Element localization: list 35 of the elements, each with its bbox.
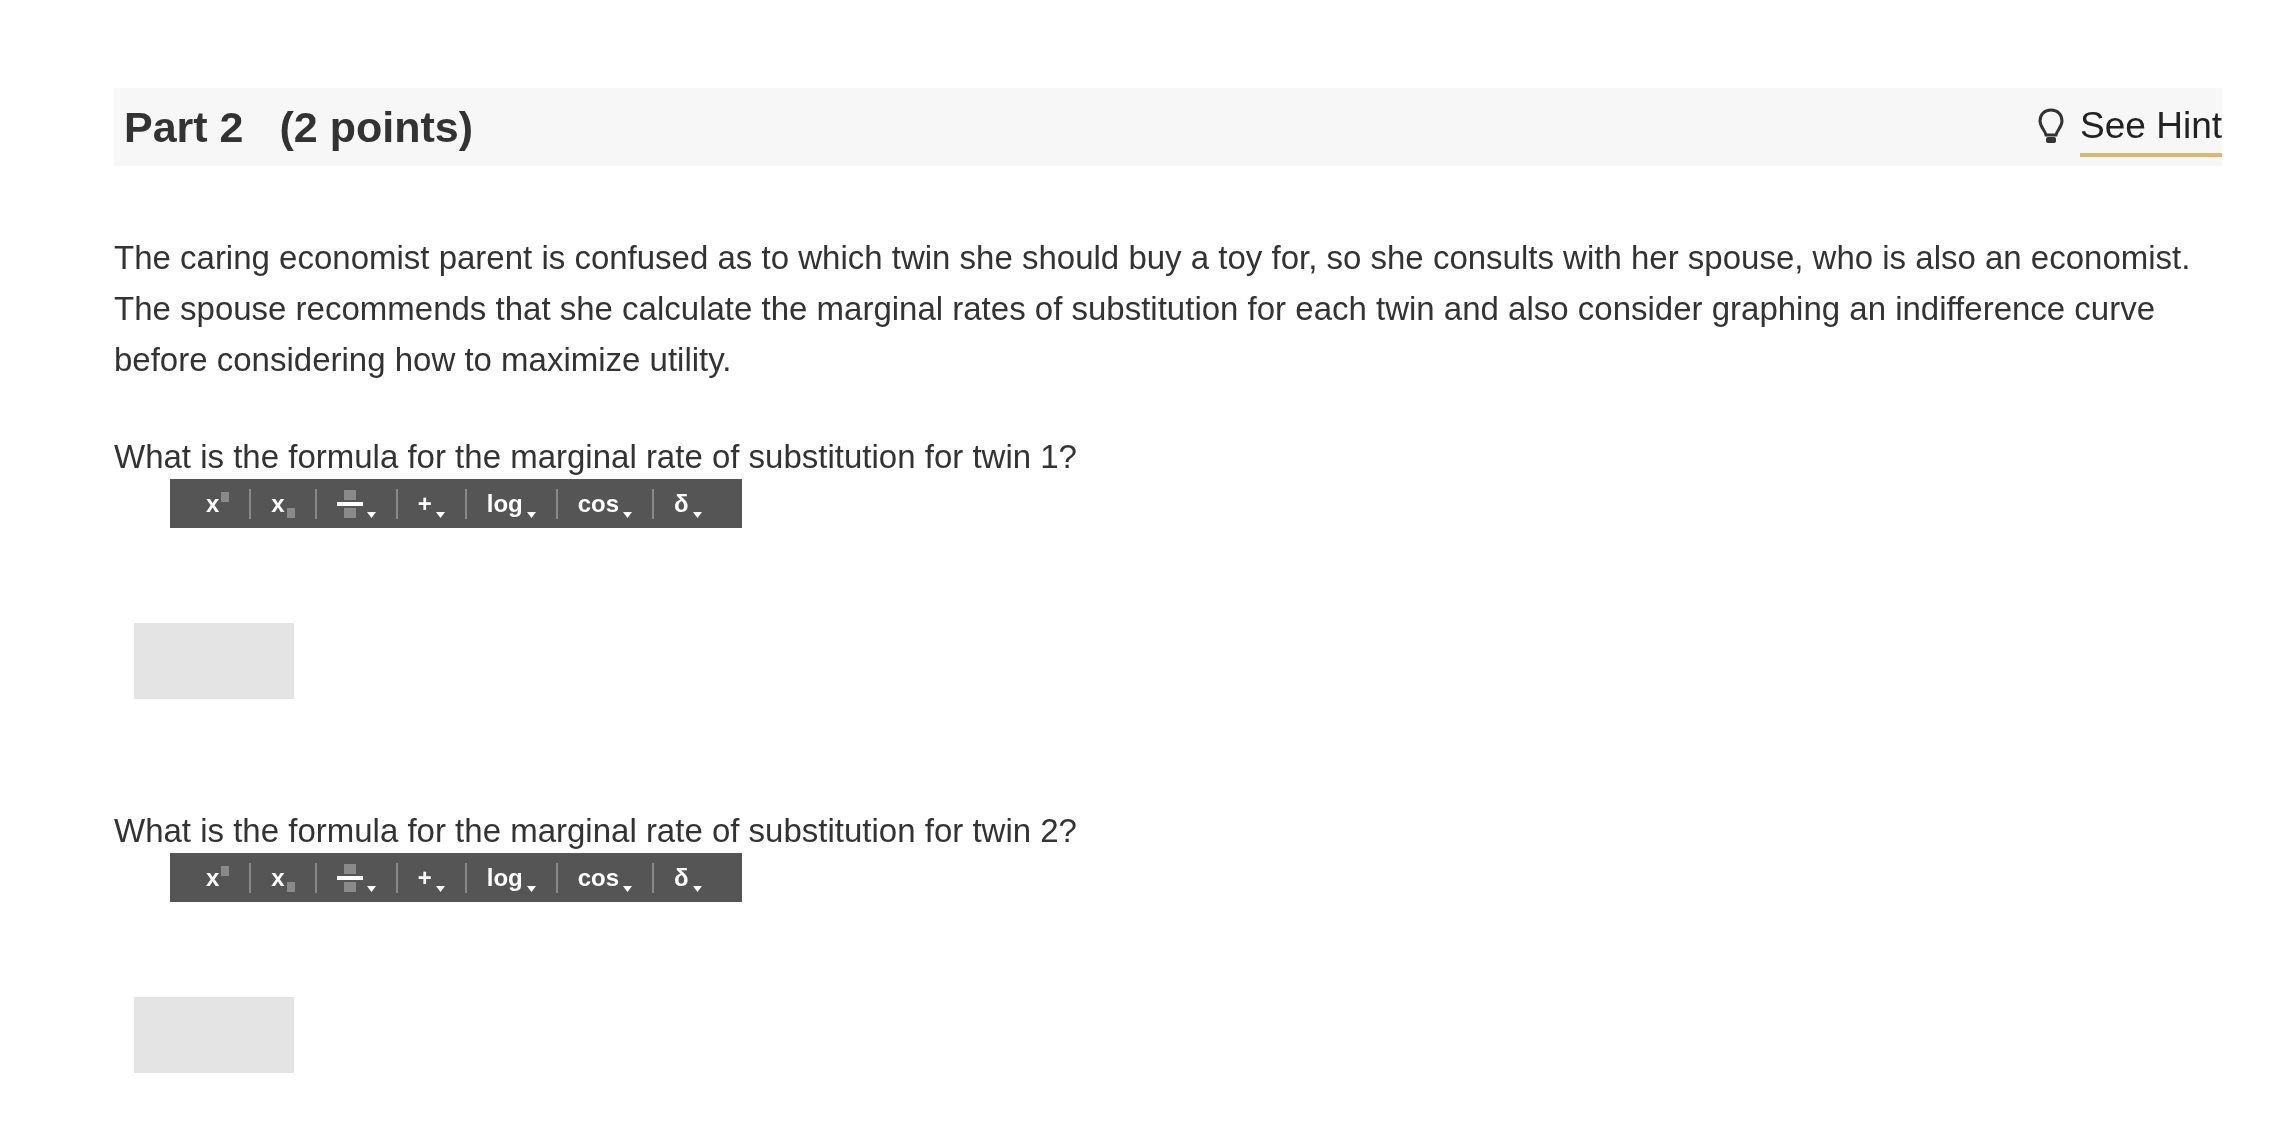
caret-icon [366,885,376,892]
toolbar-button[interactable]: log [466,857,556,898]
caret-icon [526,511,536,518]
part-title: Part 2 [124,102,244,152]
intro-paragraph: The caring economist parent is confused as to which twin she should buy a toy for, so she consults with her spouse, who is also an economist. The spouse recommends that she calculate the marginal rates of substitution for each twin and also consider graphing an indifference curve before considering how to maximize utility. [114,238,2192,380]
placeholder-icon [286,881,295,892]
caret-icon [692,511,702,518]
caret-icon [435,885,445,892]
toolbar-button[interactable]: δ [654,483,722,524]
caret-icon [692,885,702,892]
toolbar-button[interactable]: x [186,857,250,898]
placeholder-icon [286,507,295,518]
caret-icon [526,885,536,892]
toolbar-button[interactable]: cos [557,857,653,898]
toolbar-button[interactable]: + [397,483,465,524]
caret-icon [366,511,376,518]
question-text: What is the formula for the marginal rate of substitution for twin 2? [114,811,1078,851]
placeholder-icon [221,491,230,502]
caret-icon [623,885,633,892]
toolbar-button[interactable]: + [397,857,465,898]
lightbulb-icon [2038,108,2065,146]
caret-icon [623,511,633,518]
fraction-icon [336,489,363,518]
toolbar-button[interactable]: δ [654,857,722,898]
placeholder-icon [221,865,230,876]
part-points: (2 points) [279,102,473,152]
question-text: What is the formula for the marginal rate of substitution for twin 1? [114,437,1078,477]
toolbar-button[interactable]: x [186,483,250,524]
toolbar-button[interactable]: x [251,483,315,524]
see-hint-link[interactable]: See Hint [2080,105,2222,157]
toolbar-button[interactable]: x [251,857,315,898]
caret-icon [435,511,445,518]
toolbar-button[interactable]: log [466,483,556,524]
toolbar-button[interactable]: cos [557,483,653,524]
fraction-icon [336,863,363,892]
